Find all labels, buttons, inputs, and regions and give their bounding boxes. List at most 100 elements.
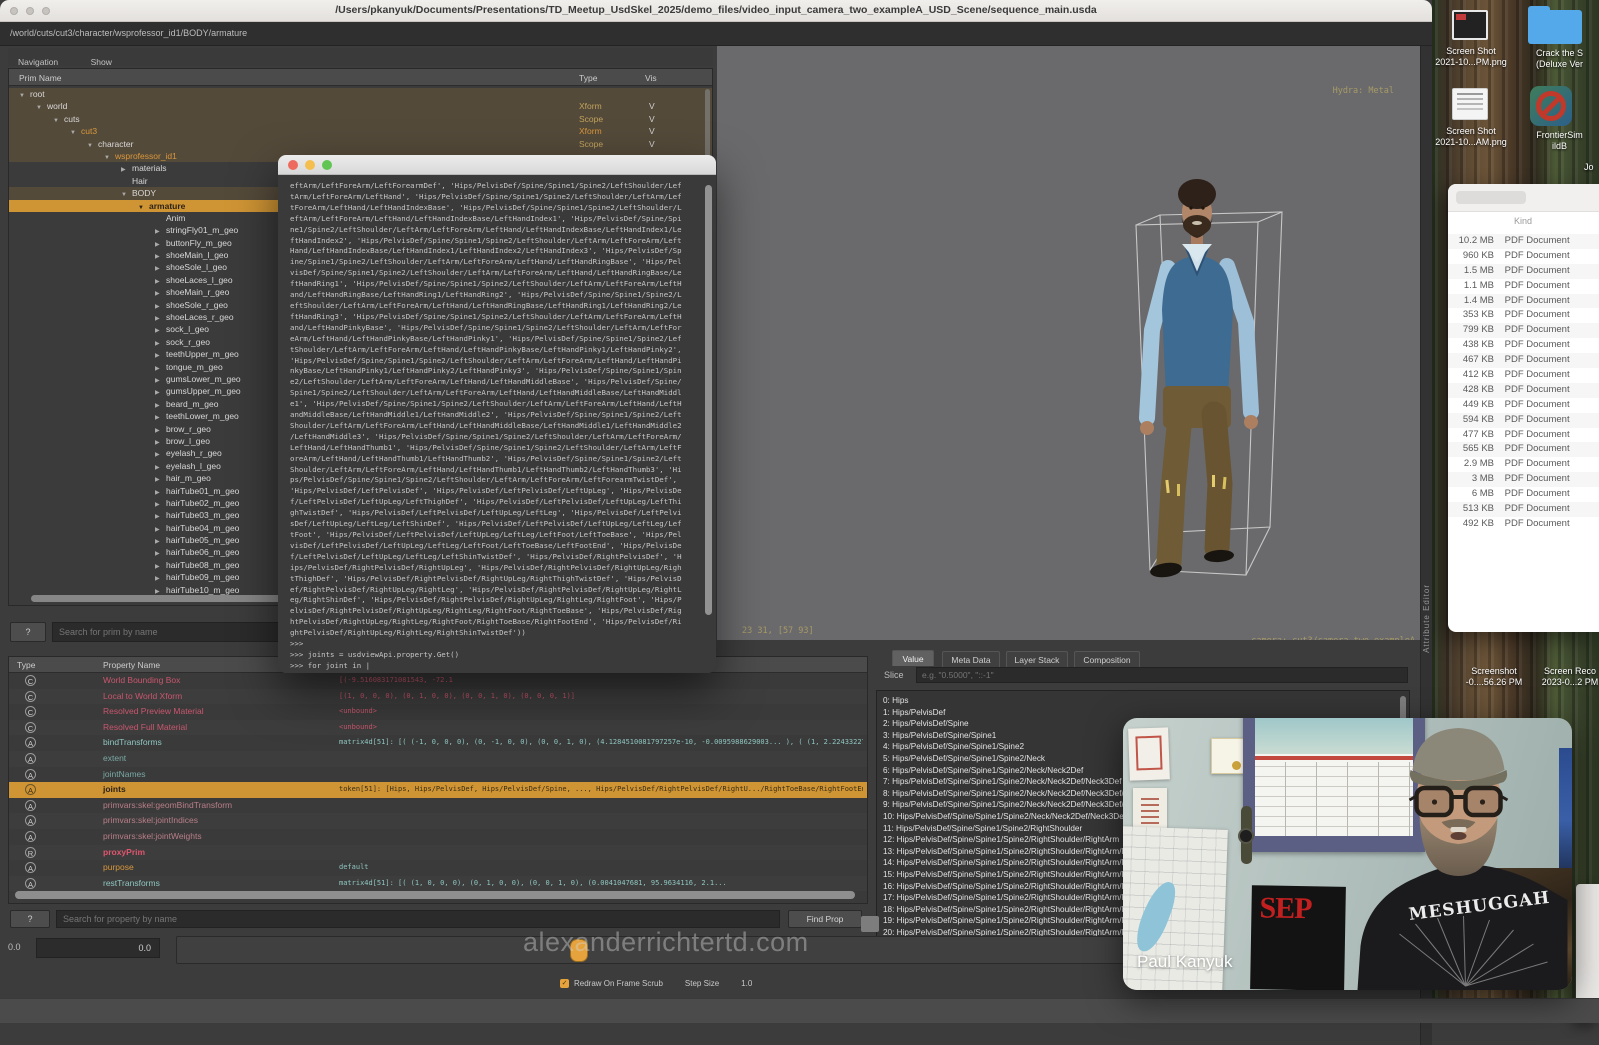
desktop-screenshot-label[interactable]: Screenshot -0....56.26 PM — [1448, 666, 1540, 688]
folder-label[interactable]: Crack the S (Deluxe Ver — [1520, 48, 1599, 70]
finder-file-row[interactable]: 10.2 MB PDF Document — [1448, 234, 1599, 249]
property-row[interactable]: A primvars:skel:jointWeights — [9, 829, 867, 845]
finder-file-row[interactable]: 6 MB PDF Document — [1448, 487, 1599, 502]
tree-row-visibility[interactable]: V — [649, 138, 655, 150]
screenshot-file-icon[interactable] — [1452, 10, 1488, 40]
tree-row-visibility[interactable]: V — [649, 113, 655, 125]
column-type[interactable]: Type — [579, 73, 597, 83]
finder-file-row[interactable]: 412 KB PDF Document — [1448, 368, 1599, 383]
prop-search-input[interactable] — [56, 910, 780, 928]
property-horizontal-scrollbar[interactable] — [15, 891, 855, 899]
close-icon[interactable] — [288, 160, 298, 170]
terminal-titlebar[interactable] — [278, 155, 716, 175]
screenshot-file-icon[interactable] — [1452, 88, 1488, 120]
finder-file-row[interactable]: 449 KB PDF Document — [1448, 398, 1599, 413]
folder-icon[interactable] — [1528, 6, 1582, 44]
prop-search-help-button[interactable]: ? — [10, 910, 50, 928]
finder-kind-column-header[interactable]: Kind — [1514, 216, 1532, 226]
menu-show[interactable]: Show — [91, 57, 112, 67]
property-row[interactable]: A primvars:skel:jointIndices — [9, 813, 867, 829]
truncated-icon-label[interactable]: Jo — [1584, 162, 1594, 172]
finder-file-row[interactable]: 428 KB PDF Document — [1448, 382, 1599, 398]
finder-file-row[interactable]: 2.9 MB PDF Document — [1448, 457, 1599, 472]
tab-value[interactable]: Value — [892, 650, 934, 666]
tree-row[interactable]: ▼ cuts Scope V — [9, 112, 712, 126]
redraw-checkbox[interactable]: ✓ — [560, 979, 569, 989]
blocked-app-icon[interactable] — [1530, 86, 1572, 126]
attribute-editor-tab[interactable]: Attribute Editor — [1422, 584, 1431, 653]
watermark: alexanderrichtertd.com — [523, 927, 809, 957]
finder-file-row[interactable]: 353 KB PDF Document — [1448, 308, 1599, 323]
joint-token-item[interactable]: 0: Hips — [877, 695, 1409, 707]
desktop-screenrec-label[interactable]: Screen Reco 2023-0...2 PM — [1540, 666, 1599, 688]
tree-row[interactable]: ▼ character Scope V — [9, 137, 712, 150]
property-row[interactable]: A bindTransforms matrix4d[51]: [( (-1, 0… — [9, 735, 867, 751]
tree-row-visibility[interactable]: V — [649, 100, 655, 112]
column-prim-name[interactable]: Prim Name — [19, 73, 62, 83]
finder-file-row[interactable]: 513 KB PDF Document — [1448, 502, 1599, 517]
tab-meta-data[interactable]: Meta Data — [942, 651, 1000, 667]
tree-row-visibility[interactable]: V — [649, 125, 655, 137]
property-row[interactable]: C Resolved Preview Material <unbound> — [9, 704, 867, 720]
finder-file-row[interactable]: 594 KB PDF Document — [1448, 412, 1599, 428]
property-row[interactable]: C Local to World Xform [(1, 0, 0, 0), (0… — [9, 689, 867, 705]
finder-file-row[interactable]: 492 KB PDF Document — [1448, 517, 1599, 532]
prim-search-help-button[interactable]: ? — [10, 622, 46, 642]
step-size-value[interactable]: 1.0 — [741, 979, 752, 988]
tree-row-label: brow_r_geo — [166, 423, 211, 434]
scroll-corner[interactable] — [861, 916, 879, 932]
finder-file-row[interactable]: 467 KB PDF Document — [1448, 353, 1599, 369]
finder-file-row[interactable]: 1.4 MB PDF Document — [1448, 293, 1599, 309]
python-terminal-window[interactable]: eftArm/LeftForeArm/LeftForearmDef', 'Hip… — [278, 155, 716, 673]
finder-file-row[interactable]: 477 KB PDF Document — [1448, 428, 1599, 443]
tab-composition[interactable]: Composition — [1074, 651, 1140, 667]
finder-file-row[interactable]: 1.1 MB PDF Document — [1448, 279, 1599, 294]
finder-search-pill[interactable] — [1456, 191, 1526, 204]
tree-row[interactable]: ▼ cut3 Xform V — [9, 125, 712, 138]
browser-menu-row: Navigation Show — [8, 48, 713, 67]
tree-row-label: hair_m_geo — [166, 473, 211, 484]
terminal-line: tFoot', 'Hips/PelvisDef/LeftPelvisDef/Le… — [290, 530, 682, 539]
macos-titlebar: /Users/pkanyuk/Documents/Presentations/T… — [0, 0, 1432, 22]
finder-file-row[interactable]: 960 KB PDF Document — [1448, 249, 1599, 264]
terminal-scrollbar[interactable] — [705, 185, 712, 615]
finder-file-row[interactable]: 438 KB PDF Document — [1448, 338, 1599, 353]
joint-token-item[interactable]: 1: Hips/PelvisDef — [877, 707, 1409, 719]
column-vis[interactable]: Vis — [645, 73, 657, 83]
terminal-window-controls[interactable] — [288, 160, 332, 170]
presenter-person: MESHUGGAH — [1357, 728, 1568, 990]
zoom-icon[interactable] — [322, 160, 332, 170]
slice-input[interactable] — [916, 667, 1408, 683]
property-row[interactable]: C World Bounding Box [(-9.51608317108154… — [9, 673, 867, 689]
tree-row[interactable]: ▼ world Xform V — [9, 100, 712, 113]
finder-file-row[interactable]: 1.5 MB PDF Document — [1448, 263, 1599, 279]
column-prop-type[interactable]: Type — [17, 660, 35, 670]
property-row[interactable]: A jointNames — [9, 767, 867, 783]
terminal-line: visDef/Spine/Spine1/Spine2/LeftShoulder/… — [290, 268, 682, 278]
column-prop-name[interactable]: Property Name — [103, 660, 160, 670]
finder-window[interactable]: Kind 10.2 MB PDF Document 960 KB PDF Doc… — [1448, 184, 1599, 632]
finder-file-row[interactable]: 565 KB PDF Document — [1448, 442, 1599, 458]
viewport-3d[interactable]: Hydra: Metal 23 31, [57 93] [5.7 9.3] ca… — [717, 46, 1420, 640]
current-frame-field[interactable]: 0.0 — [36, 938, 160, 958]
property-row[interactable]: R proxyPrim — [9, 845, 867, 861]
property-row[interactable]: A extent — [9, 751, 867, 767]
finder-file-row[interactable]: 3 MB PDF Document — [1448, 472, 1599, 488]
prim-path-bar[interactable]: /world/cuts/cut3/character/wsprofessor_i… — [0, 22, 1432, 46]
find-prop-button[interactable]: Find Prop — [788, 910, 862, 928]
property-row[interactable]: A primvars:skel:geomBindTransform — [9, 798, 867, 814]
menu-navigation[interactable]: Navigation — [18, 57, 58, 67]
property-row[interactable]: C Resolved Full Material <unbound> — [9, 720, 867, 736]
property-type-icon: A — [25, 784, 36, 796]
terminal-output[interactable]: eftArm/LeftForeArm/LeftForearmDef', 'Hip… — [278, 175, 716, 673]
screenshot1-label[interactable]: Screen Shot 2021-10...PM.png — [1432, 46, 1510, 68]
finder-file-row[interactable]: 799 KB PDF Document — [1448, 323, 1599, 339]
app-label[interactable]: FrontierSim ildB — [1520, 130, 1599, 152]
tab-layer-stack[interactable]: Layer Stack — [1006, 651, 1068, 667]
minimize-icon[interactable] — [305, 160, 315, 170]
property-row[interactable]: A restTransforms matrix4d[51]: [( (1, 0,… — [9, 876, 867, 892]
property-row[interactable]: A joints token[51]: [Hips, Hips/PelvisDe… — [9, 782, 867, 798]
screenshot2-label[interactable]: Screen Shot 2021-10...AM.png — [1432, 126, 1510, 148]
tree-row[interactable]: ▼ root — [9, 88, 712, 101]
property-row[interactable]: A purpose default — [9, 860, 867, 876]
